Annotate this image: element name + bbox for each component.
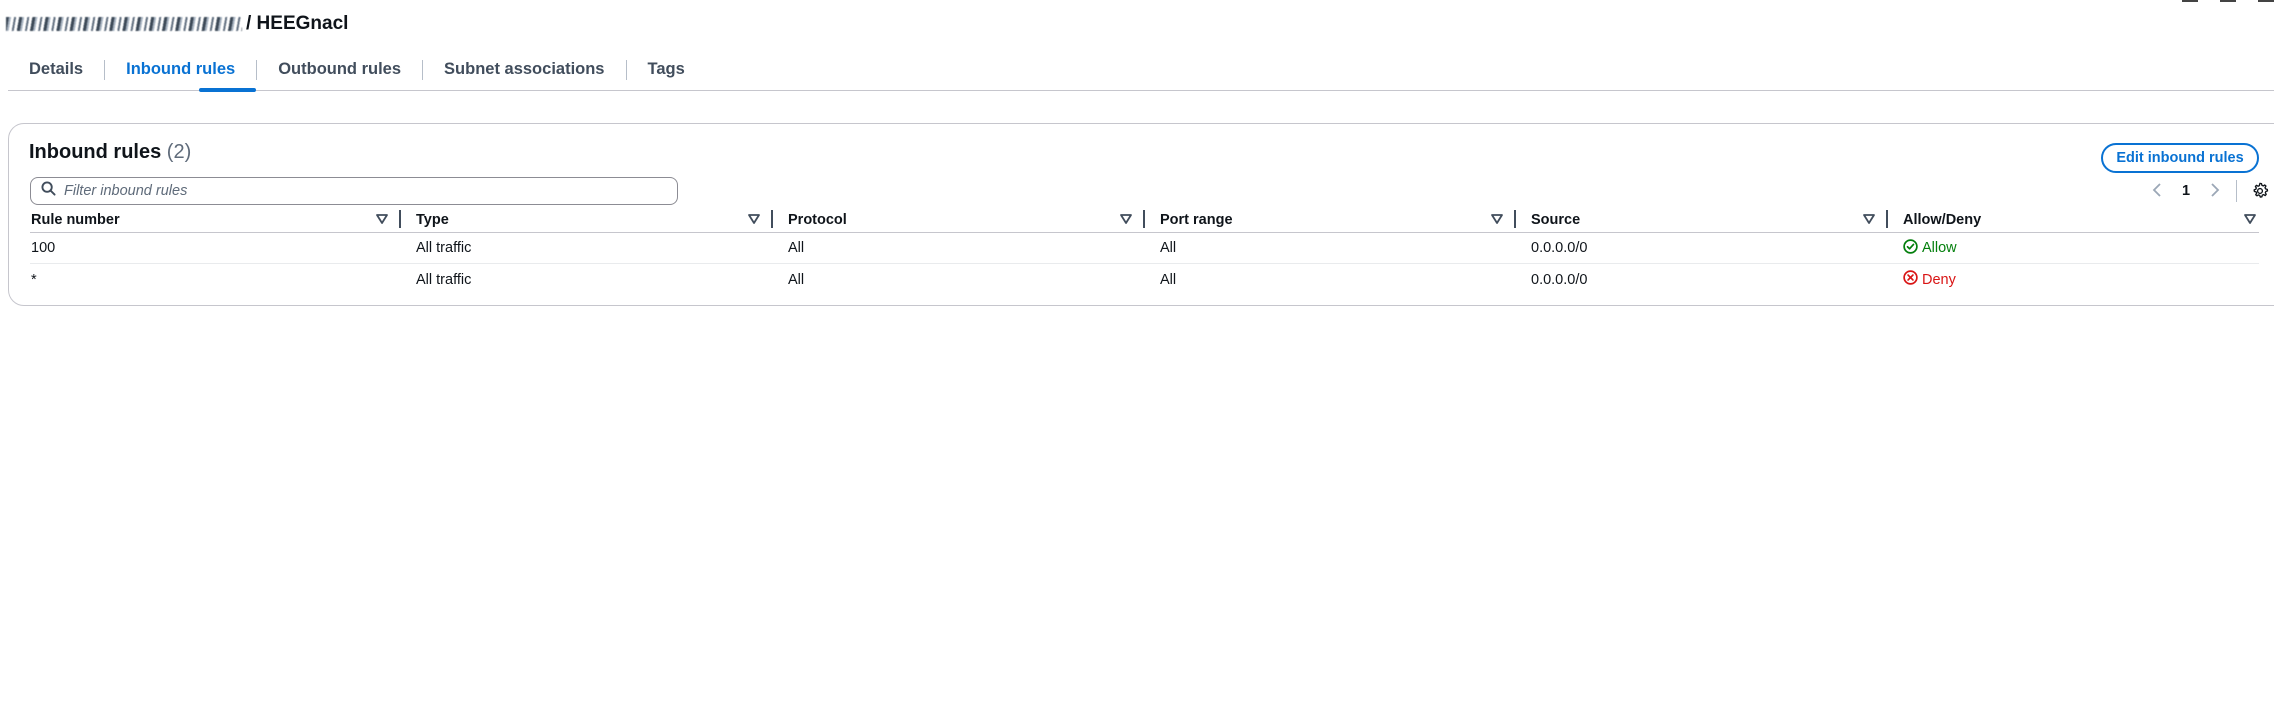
column-label: Source bbox=[1531, 211, 1581, 228]
column-header-port-range[interactable]: Port range bbox=[1145, 207, 1516, 233]
page-title-text: / HEEGnacl bbox=[246, 13, 349, 34]
panel-title: Inbound rules (2) bbox=[29, 141, 191, 164]
column-header-source[interactable]: Source bbox=[1516, 207, 1888, 233]
tab-details[interactable]: Details bbox=[8, 56, 104, 90]
filter-box bbox=[30, 177, 678, 205]
sort-down-icon[interactable] bbox=[1862, 212, 1876, 226]
sort-down-icon[interactable] bbox=[747, 212, 761, 226]
status-label: Deny bbox=[1922, 271, 1956, 288]
tab-tags[interactable]: Tags bbox=[627, 56, 706, 90]
cell-rule-number: * bbox=[31, 271, 37, 288]
window-controls bbox=[2182, 0, 2274, 2]
search-icon bbox=[41, 181, 56, 201]
tab-subnet-associations[interactable]: Subnet associations bbox=[423, 56, 625, 90]
x-circle-icon bbox=[1903, 270, 1918, 289]
panel-title-text: Inbound rules bbox=[29, 141, 162, 163]
sort-down-icon[interactable] bbox=[2243, 212, 2257, 226]
minimize-icon[interactable] bbox=[2258, 0, 2274, 2]
column-header-type[interactable]: Type bbox=[401, 207, 773, 233]
pager-divider bbox=[2236, 180, 2237, 202]
table-row: 100 All traffic All All 0.0.0.0/0 Allow bbox=[30, 233, 2259, 264]
table-header: Rule number Type Protocol Port range Sou bbox=[30, 207, 2259, 233]
breadcrumb-redacted bbox=[6, 17, 242, 31]
cell-allow-deny: Deny bbox=[1888, 270, 2259, 289]
cell-type: All traffic bbox=[416, 271, 472, 288]
column-header-allow-deny[interactable]: Allow/Deny bbox=[1888, 207, 2259, 233]
cell-rule-number: 100 bbox=[31, 240, 56, 256]
check-circle-icon bbox=[1903, 238, 1918, 258]
column-header-protocol[interactable]: Protocol bbox=[773, 207, 1145, 233]
sort-down-icon[interactable] bbox=[375, 212, 389, 226]
current-page[interactable]: 1 bbox=[2172, 183, 2200, 199]
column-label: Rule number bbox=[31, 211, 120, 228]
inbound-rules-panel: Inbound rules (2) Edit inbound rules 1 R… bbox=[8, 123, 2274, 306]
rule-count: (2) bbox=[166, 141, 192, 163]
tab-outbound-rules[interactable]: Outbound rules bbox=[257, 56, 422, 90]
cell-source: 0.0.0.0/0 bbox=[1531, 240, 1588, 256]
tab-inbound-rules[interactable]: Inbound rules bbox=[105, 56, 257, 92]
cell-protocol: All bbox=[788, 271, 805, 288]
column-label: Type bbox=[416, 211, 449, 228]
cell-port-range: All bbox=[1160, 240, 1177, 256]
column-label: Allow/Deny bbox=[1903, 211, 1982, 228]
page-title: / HEEGnacl bbox=[6, 10, 348, 38]
cell-port-range: All bbox=[1160, 271, 1177, 288]
gear-icon[interactable] bbox=[2249, 180, 2271, 202]
status-label: Allow bbox=[1922, 240, 1957, 256]
cell-allow-deny: Allow bbox=[1888, 238, 2259, 258]
cell-source: 0.0.0.0/0 bbox=[1531, 271, 1588, 288]
minimize-icon[interactable] bbox=[2182, 0, 2198, 2]
column-label: Port range bbox=[1160, 211, 1233, 228]
column-header-rule-number[interactable]: Rule number bbox=[30, 207, 401, 233]
chevron-left-icon[interactable] bbox=[2144, 181, 2172, 202]
edit-inbound-rules-button[interactable]: Edit inbound rules bbox=[2101, 143, 2259, 173]
sort-down-icon[interactable] bbox=[1490, 212, 1504, 226]
cell-type: All traffic bbox=[416, 240, 472, 256]
minimize-icon[interactable] bbox=[2220, 0, 2236, 2]
rules-table: Rule number Type Protocol Port range Sou bbox=[30, 207, 2259, 295]
chevron-right-icon[interactable] bbox=[2200, 181, 2228, 202]
filter-inbound-rules-input[interactable] bbox=[64, 183, 677, 199]
pagination: 1 bbox=[2144, 177, 2271, 205]
tab-bar: Details Inbound rules Outbound rules Sub… bbox=[8, 56, 2274, 92]
table-row: * All traffic All All 0.0.0.0/0 Deny bbox=[30, 264, 2259, 295]
cell-protocol: All bbox=[788, 240, 805, 256]
column-label: Protocol bbox=[788, 211, 847, 228]
sort-down-icon[interactable] bbox=[1119, 212, 1133, 226]
